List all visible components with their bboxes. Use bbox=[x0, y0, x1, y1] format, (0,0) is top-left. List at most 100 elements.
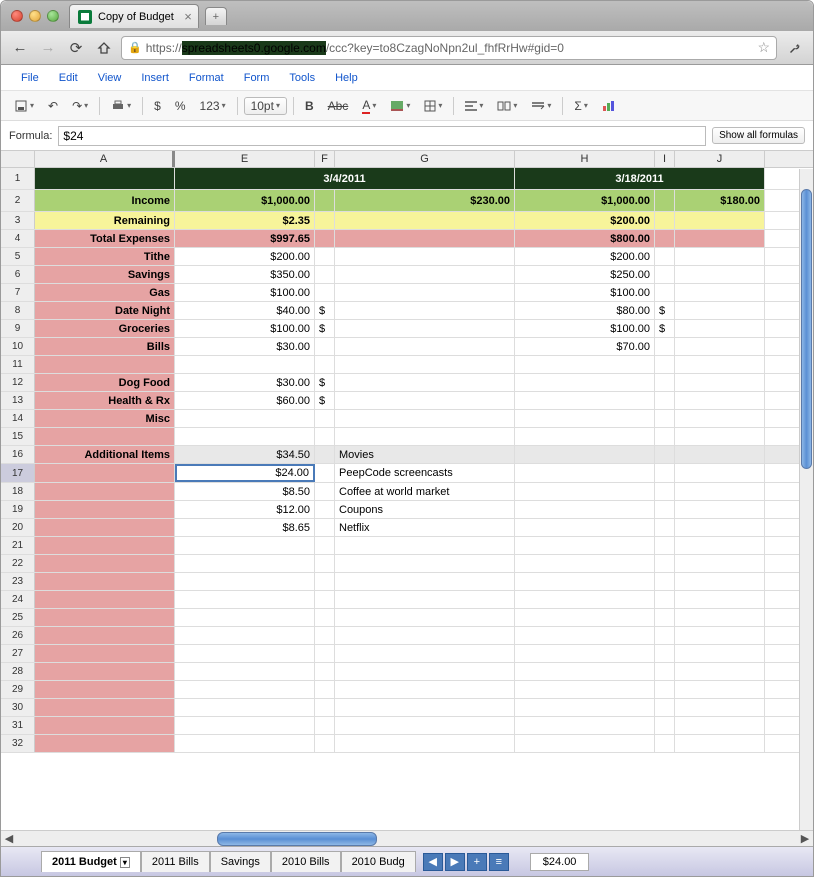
cell[interactable] bbox=[655, 483, 675, 500]
cell[interactable] bbox=[35, 356, 175, 373]
close-tab-icon[interactable]: × bbox=[184, 9, 192, 24]
align-button[interactable] bbox=[460, 99, 488, 113]
cell[interactable] bbox=[675, 483, 765, 500]
cell[interactable] bbox=[655, 446, 675, 463]
row-header[interactable]: 20 bbox=[1, 519, 35, 536]
menu-form[interactable]: Form bbox=[234, 68, 280, 88]
cell[interactable] bbox=[675, 519, 765, 536]
bookmark-star-icon[interactable]: ☆ bbox=[757, 39, 770, 56]
nav-prev-button[interactable]: ◀ bbox=[423, 853, 443, 871]
cell[interactable] bbox=[315, 446, 335, 463]
cell[interactable]: $100.00 bbox=[175, 284, 315, 301]
cell[interactable] bbox=[175, 573, 315, 590]
cell[interactable] bbox=[655, 501, 675, 518]
cell[interactable] bbox=[35, 699, 175, 716]
cell[interactable] bbox=[315, 284, 335, 301]
cell[interactable] bbox=[315, 464, 335, 482]
cell[interactable] bbox=[515, 392, 655, 409]
cell[interactable] bbox=[175, 717, 315, 734]
cell[interactable] bbox=[335, 699, 515, 716]
cell[interactable]: $100.00 bbox=[515, 284, 655, 301]
row-header[interactable]: 6 bbox=[1, 266, 35, 283]
cell-label[interactable]: Additional Items bbox=[35, 446, 175, 463]
cell[interactable] bbox=[35, 519, 175, 536]
cell[interactable] bbox=[655, 284, 675, 301]
cell[interactable] bbox=[35, 573, 175, 590]
cell[interactable] bbox=[515, 699, 655, 716]
strikethrough-button[interactable]: Abc bbox=[323, 97, 354, 115]
row-header[interactable]: 26 bbox=[1, 627, 35, 644]
cell[interactable] bbox=[675, 410, 765, 427]
row-header[interactable]: 9 bbox=[1, 320, 35, 337]
cell[interactable] bbox=[675, 609, 765, 626]
cell[interactable] bbox=[315, 483, 335, 500]
text-color-button[interactable]: A bbox=[357, 96, 381, 116]
cell[interactable] bbox=[315, 230, 335, 247]
row-header[interactable]: 18 bbox=[1, 483, 35, 500]
cell[interactable] bbox=[675, 374, 765, 391]
cell[interactable]: $34.50 bbox=[175, 446, 315, 463]
cell[interactable] bbox=[655, 663, 675, 680]
cell[interactable] bbox=[675, 320, 765, 337]
show-all-formulas-button[interactable]: Show all formulas bbox=[712, 127, 805, 144]
sheet-menu-icon[interactable]: ▾ bbox=[120, 857, 130, 868]
cell[interactable] bbox=[315, 735, 335, 752]
cell[interactable] bbox=[675, 699, 765, 716]
cell[interactable] bbox=[675, 645, 765, 662]
row-header[interactable]: 30 bbox=[1, 699, 35, 716]
merge-button[interactable] bbox=[492, 99, 522, 113]
all-sheets-button[interactable]: ≡ bbox=[489, 853, 509, 871]
cell-label[interactable]: Savings bbox=[35, 266, 175, 283]
cell[interactable] bbox=[315, 609, 335, 626]
cell[interactable]: $40.00 bbox=[175, 302, 315, 319]
wrench-menu-button[interactable] bbox=[783, 38, 805, 58]
add-sheet-button[interactable]: + bbox=[467, 853, 487, 871]
row-header[interactable]: 1 bbox=[1, 168, 35, 189]
cell[interactable] bbox=[515, 501, 655, 518]
cell[interactable]: Netflix bbox=[335, 519, 515, 536]
cell[interactable] bbox=[675, 428, 765, 445]
cell[interactable] bbox=[335, 248, 515, 265]
cell[interactable] bbox=[515, 446, 655, 463]
cell[interactable] bbox=[675, 717, 765, 734]
cell-label[interactable]: Remaining bbox=[35, 212, 175, 229]
horizontal-scrollbar[interactable]: ◀ ▶ bbox=[1, 830, 813, 846]
cell[interactable] bbox=[315, 356, 335, 373]
cell[interactable] bbox=[515, 410, 655, 427]
cell[interactable]: $100.00 bbox=[175, 320, 315, 337]
cell[interactable]: $ bbox=[655, 320, 675, 337]
cell[interactable]: $230.00 bbox=[335, 190, 515, 211]
cell[interactable] bbox=[335, 356, 515, 373]
cell[interactable] bbox=[335, 212, 515, 229]
cell[interactable] bbox=[515, 591, 655, 608]
row-header[interactable]: 23 bbox=[1, 573, 35, 590]
cell[interactable] bbox=[335, 555, 515, 572]
cell[interactable] bbox=[175, 735, 315, 752]
chart-button[interactable] bbox=[597, 98, 621, 114]
cell-label[interactable]: Misc bbox=[35, 410, 175, 427]
fill-color-button[interactable] bbox=[385, 98, 415, 114]
back-button[interactable]: ← bbox=[9, 38, 31, 58]
cell[interactable] bbox=[35, 591, 175, 608]
cell[interactable] bbox=[675, 356, 765, 373]
new-tab-button[interactable]: + bbox=[205, 7, 227, 25]
row-header[interactable]: 7 bbox=[1, 284, 35, 301]
row-header[interactable]: 19 bbox=[1, 501, 35, 518]
functions-button[interactable]: Σ bbox=[569, 97, 592, 115]
cell-label[interactable]: Dog Food bbox=[35, 374, 175, 391]
cell[interactable] bbox=[315, 410, 335, 427]
cell[interactable] bbox=[315, 717, 335, 734]
cell[interactable] bbox=[655, 735, 675, 752]
font-size-select[interactable]: 10pt bbox=[244, 97, 287, 115]
cell-label[interactable]: Total Expenses bbox=[35, 230, 175, 247]
cell[interactable] bbox=[675, 446, 765, 463]
cell[interactable] bbox=[655, 681, 675, 698]
cell[interactable] bbox=[315, 663, 335, 680]
cell[interactable] bbox=[35, 663, 175, 680]
cell[interactable] bbox=[315, 338, 335, 355]
cell[interactable] bbox=[335, 627, 515, 644]
cell[interactable] bbox=[655, 645, 675, 662]
cell[interactable]: Coupons bbox=[335, 501, 515, 518]
sheet-tab[interactable]: 2011 Bills bbox=[141, 851, 210, 872]
row-header[interactable]: 11 bbox=[1, 356, 35, 373]
